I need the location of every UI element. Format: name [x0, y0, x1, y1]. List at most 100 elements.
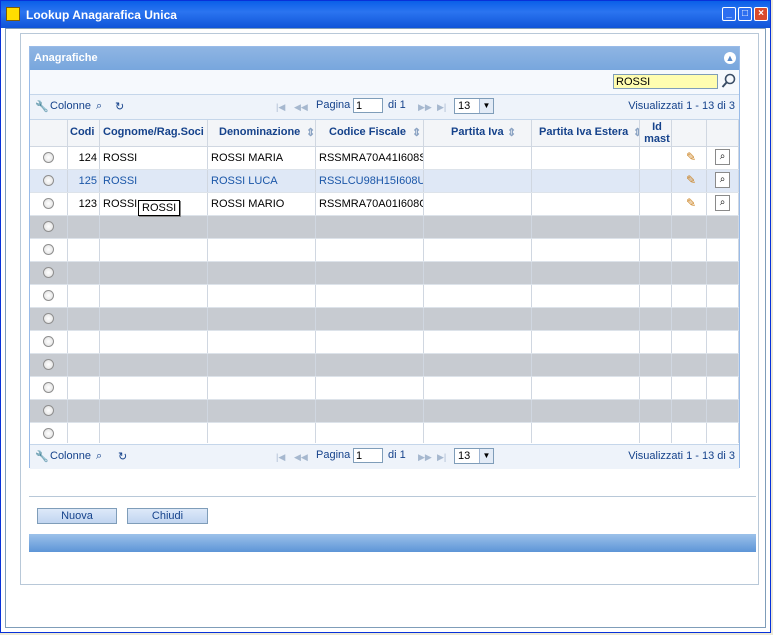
app-icon	[6, 7, 20, 21]
cell-radio	[30, 193, 68, 215]
wrench-icon[interactable]: 🔧	[35, 450, 49, 463]
wrench-icon[interactable]: 🔧	[35, 100, 49, 113]
row-select-radio[interactable]	[43, 244, 54, 255]
edit-pencil-icon[interactable]: ✎	[686, 196, 696, 210]
table-row[interactable]	[30, 239, 739, 262]
last-page-icon[interactable]: ▶|	[437, 452, 446, 463]
columns-label[interactable]: Colonne	[50, 450, 91, 462]
cell-edit	[672, 285, 707, 307]
cell-edit	[672, 423, 707, 443]
search-input[interactable]	[613, 74, 718, 89]
row-select-radio[interactable]	[43, 336, 54, 347]
chevron-down-icon[interactable]: ▼	[479, 99, 493, 113]
table-row[interactable]	[30, 354, 739, 377]
cell-id-master	[640, 193, 672, 215]
cell-view	[707, 239, 739, 261]
search-icon[interactable]	[721, 73, 737, 89]
maximize-icon[interactable]: □	[738, 7, 752, 21]
header-codice[interactable]: Codi	[68, 120, 100, 146]
cell-partita-iva-estera	[532, 170, 640, 192]
header-denominazione[interactable]: Denominazione ⇕	[208, 120, 316, 146]
collapse-icon[interactable]: ▲	[724, 52, 736, 64]
table-row[interactable]	[30, 377, 739, 400]
page-size-select[interactable]: 13 ▼	[454, 448, 494, 464]
cell-id-master	[640, 354, 672, 376]
row-select-radio[interactable]	[43, 313, 54, 324]
table-row[interactable]	[30, 216, 739, 239]
panel-header: Anagrafiche ▲	[30, 47, 739, 70]
row-select-radio[interactable]	[43, 405, 54, 416]
refresh-icon[interactable]: ↻	[115, 100, 124, 113]
cell-codice: 124	[68, 147, 100, 169]
sort-icon[interactable]: ⇕	[507, 126, 516, 139]
cell-view	[707, 423, 739, 443]
view-detail-icon[interactable]: ⌕	[715, 149, 730, 165]
sort-icon[interactable]: ⇕	[633, 126, 639, 139]
next-page-icon[interactable]: ▶▶	[418, 452, 432, 463]
row-select-radio[interactable]	[43, 198, 54, 209]
header-edit	[672, 120, 707, 146]
sort-icon[interactable]: ⇕	[412, 126, 421, 139]
view-detail-icon[interactable]: ⌕	[715, 195, 730, 211]
cell-view	[707, 308, 739, 330]
table-row[interactable]	[30, 285, 739, 308]
first-page-icon[interactable]: |◀	[276, 452, 285, 463]
search-columns-icon[interactable]: ⌕	[96, 450, 102, 463]
last-page-icon[interactable]: ▶|	[437, 102, 446, 113]
header-partita-iva-estera[interactable]: Partita Iva Estera⇕	[532, 120, 640, 146]
sort-icon[interactable]: ⇕	[306, 126, 315, 139]
page-input[interactable]	[353, 98, 383, 113]
first-page-icon[interactable]: |◀	[276, 102, 285, 113]
columns-label[interactable]: Colonne	[50, 100, 91, 112]
table-row[interactable]	[30, 400, 739, 423]
page-size-select[interactable]: 13 ▼	[454, 98, 494, 114]
cell-cognome: ROSSI	[100, 170, 208, 192]
chevron-down-icon[interactable]: ▼	[479, 449, 493, 463]
row-select-radio[interactable]	[43, 382, 54, 393]
prev-page-icon[interactable]: ◀◀	[294, 452, 308, 463]
cell-codice-fiscale: RSSMRA70A41I608S	[316, 147, 424, 169]
close-icon[interactable]: ×	[754, 7, 768, 21]
cell-edit: ✎	[672, 147, 707, 169]
cell-edit: ✎	[672, 193, 707, 215]
nuova-button[interactable]: Nuova	[37, 508, 117, 524]
refresh-icon[interactable]: ↻	[118, 450, 127, 463]
prev-page-icon[interactable]: ◀◀	[294, 102, 308, 113]
chiudi-button[interactable]: Chiudi	[127, 508, 208, 524]
edit-pencil-icon[interactable]: ✎	[686, 150, 696, 164]
cell-radio	[30, 423, 68, 443]
table-row[interactable]: 125 ROSSI ROSSI LUCA RSSLCU98H15I608U ✎ ⌕	[30, 170, 739, 193]
next-page-icon[interactable]: ▶▶	[418, 102, 432, 113]
cell-partita-iva	[424, 216, 532, 238]
table-row[interactable]: 124 ROSSI ROSSI MARIA RSSMRA70A41I608S ✎ ⌕	[30, 147, 739, 170]
row-select-radio[interactable]	[43, 152, 54, 163]
row-select-radio[interactable]	[43, 359, 54, 370]
edit-pencil-icon[interactable]: ✎	[686, 173, 696, 187]
grid-toolbar-bottom: 🔧 Colonne ⌕ ↻ |◀ ◀◀ Pagina di 1 ▶▶ ▶| 13…	[30, 444, 739, 469]
cell-edit	[672, 354, 707, 376]
title-bar[interactable]: Lookup Anagarafica Unica _ □ ×	[1, 1, 770, 28]
row-select-radio[interactable]	[43, 428, 54, 439]
search-columns-icon[interactable]: ⌕	[96, 100, 102, 113]
table-row[interactable]	[30, 262, 739, 285]
page-input[interactable]	[353, 448, 383, 463]
minimize-icon[interactable]: _	[722, 7, 736, 21]
cell-codice-fiscale	[316, 239, 424, 261]
cell-partita-iva	[424, 377, 532, 399]
cell-id-master	[640, 170, 672, 192]
view-detail-icon[interactable]: ⌕	[715, 172, 730, 188]
cell-codice	[68, 354, 100, 376]
row-select-radio[interactable]	[43, 267, 54, 278]
header-partita-iva[interactable]: Partita Iva ⇕	[424, 120, 532, 146]
table-row[interactable]	[30, 423, 739, 443]
header-cognome[interactable]: Cognome/Rag.Soci	[100, 120, 208, 146]
table-row[interactable]	[30, 331, 739, 354]
header-codice-fiscale[interactable]: Codice Fiscale ⇕	[316, 120, 424, 146]
header-id-master[interactable]: Id mast	[640, 120, 672, 146]
row-select-radio[interactable]	[43, 290, 54, 301]
grid-toolbar-top: 🔧 Colonne ⌕ ↻ |◀ ◀◀ Pagina di 1 ▶▶ ▶| 13…	[30, 95, 739, 120]
row-select-radio[interactable]	[43, 221, 54, 232]
row-select-radio[interactable]	[43, 175, 54, 186]
table-row[interactable]: 123 ROSSI ROSSI MARIO RSSMRA70A01I608O ✎ ⌕	[30, 193, 739, 216]
table-row[interactable]	[30, 308, 739, 331]
